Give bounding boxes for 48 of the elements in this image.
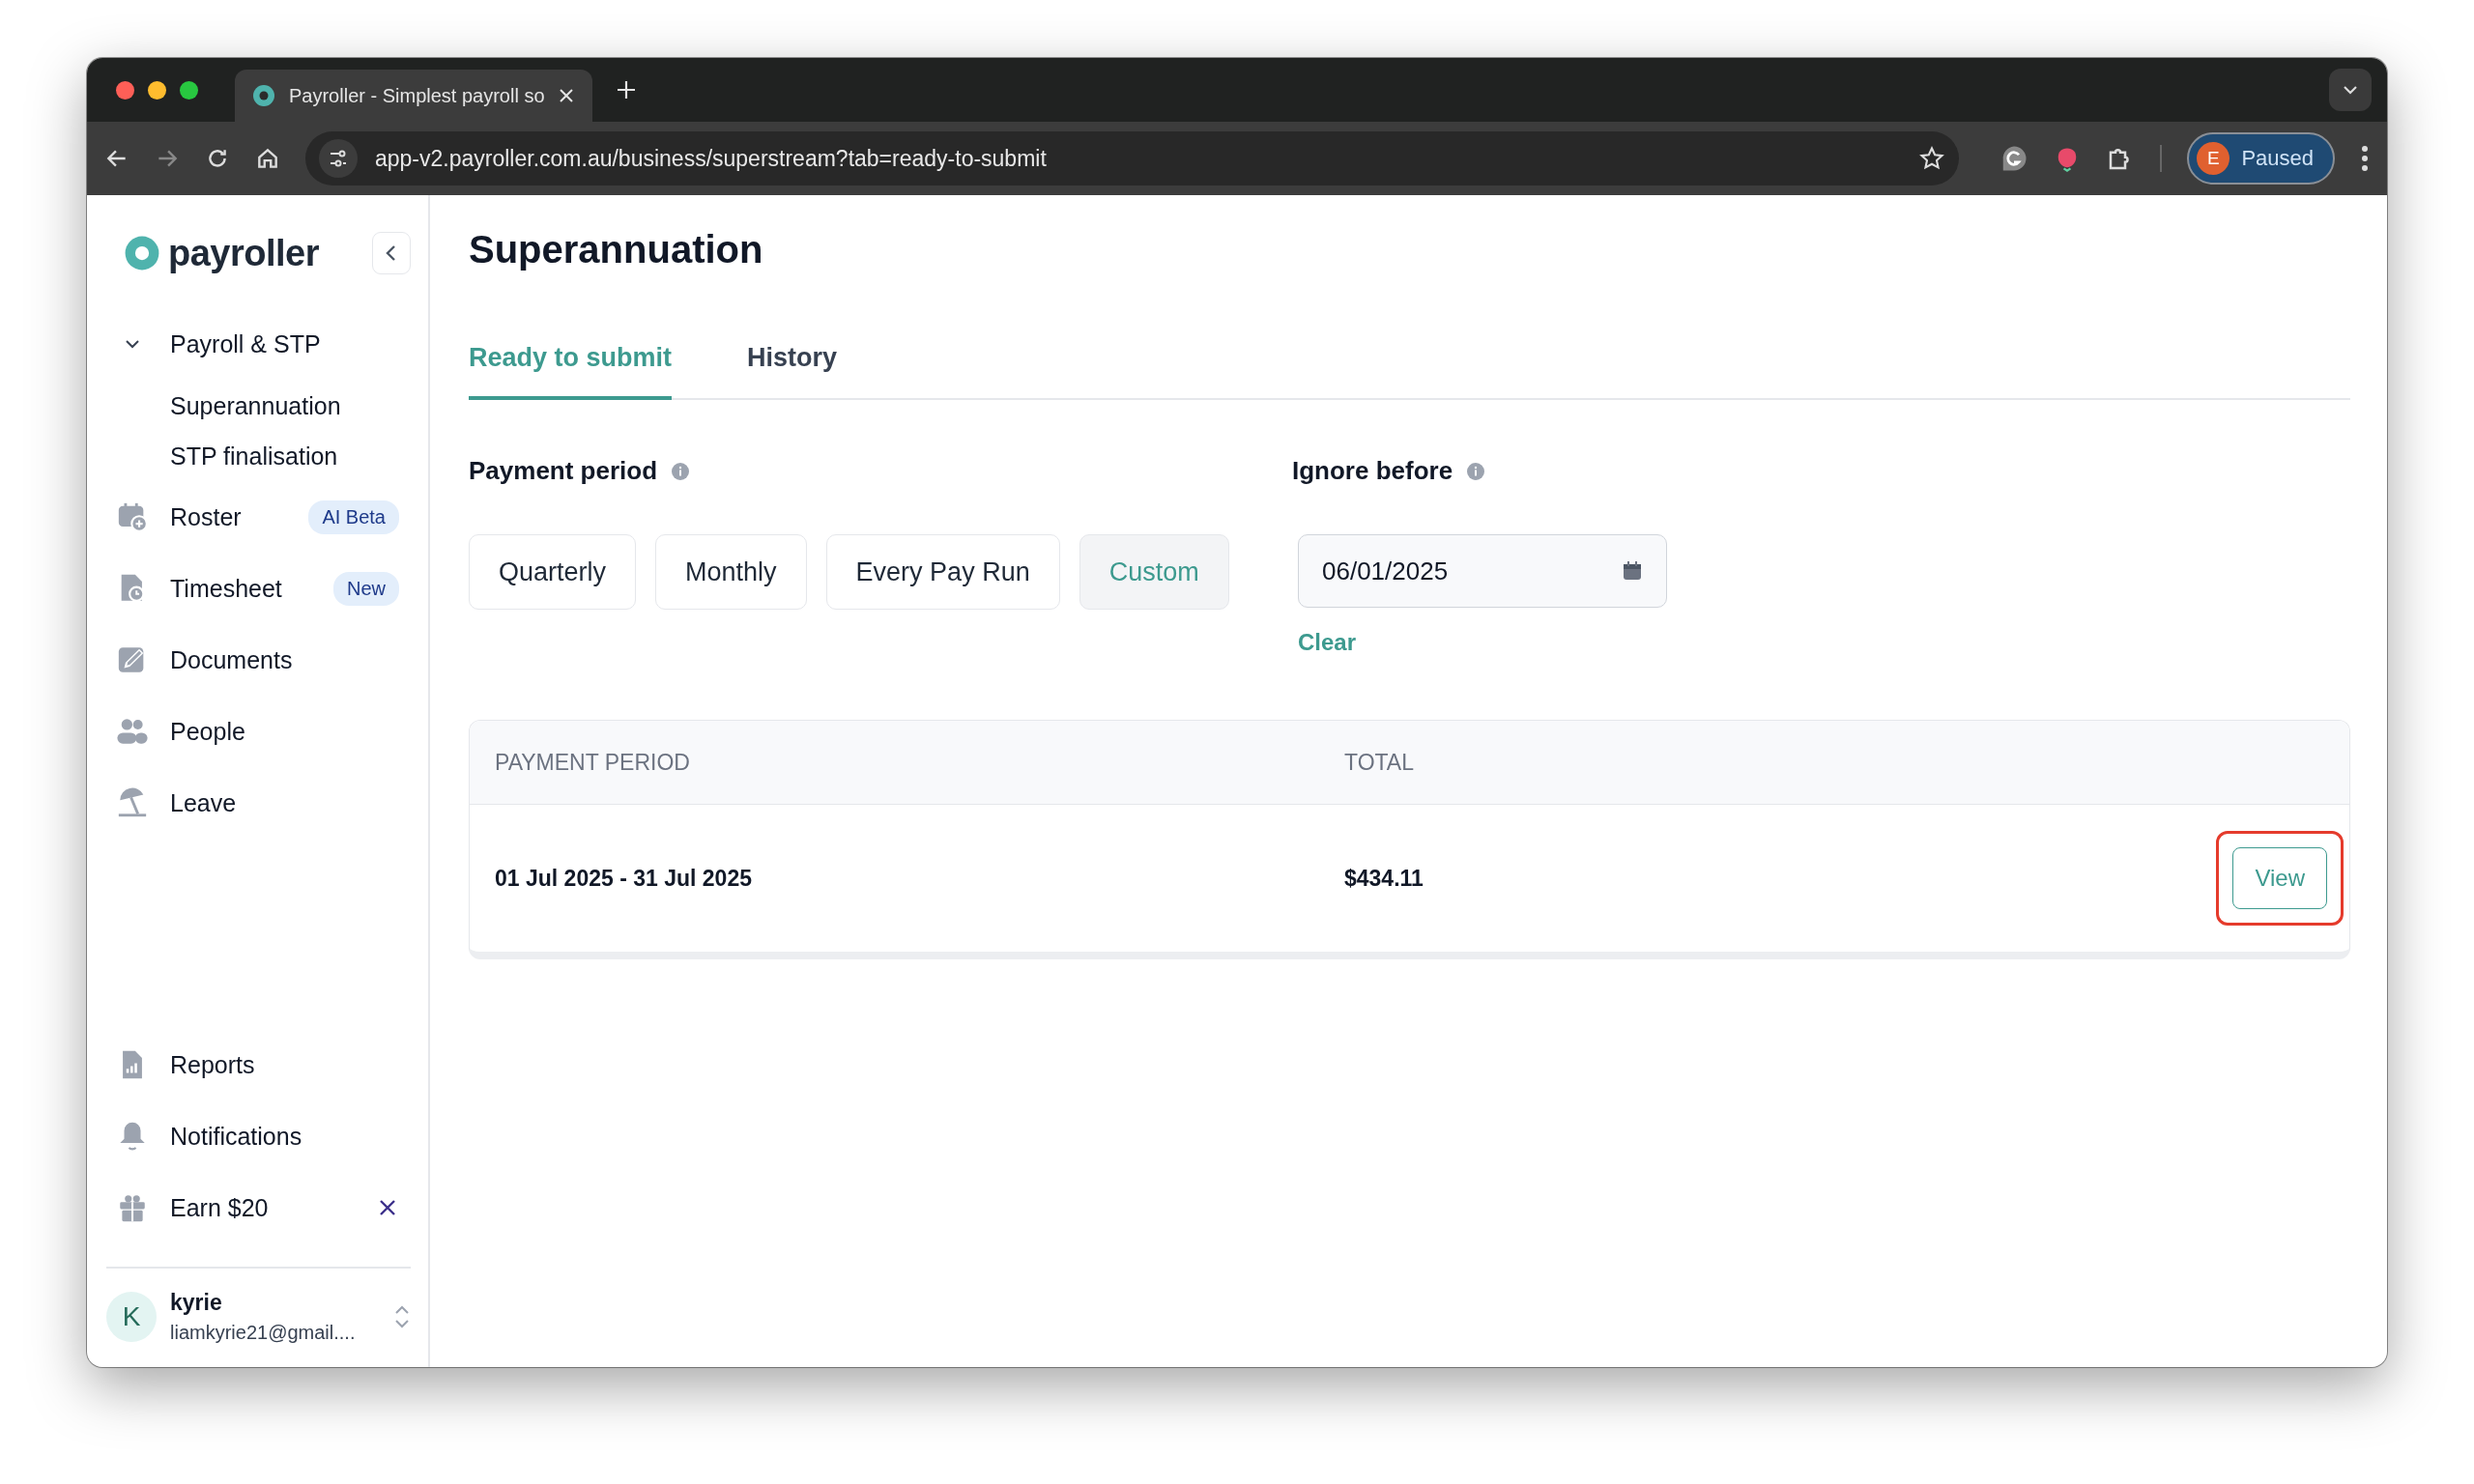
period-option[interactable]: Monthly xyxy=(655,534,807,610)
nav-item[interactable]: Roster AI Beta xyxy=(106,481,411,553)
collapse-sidebar-button[interactable] xyxy=(372,232,411,274)
nav-badge: New xyxy=(333,571,399,606)
column-header: PAYMENT PERIOD xyxy=(494,749,691,776)
close-window-button[interactable] xyxy=(116,80,134,100)
site-settings-icon[interactable] xyxy=(328,148,349,169)
user-avatar[interactable]: K xyxy=(106,1292,157,1342)
logo-icon xyxy=(124,235,160,271)
nav-item[interactable]: People xyxy=(106,696,411,767)
nav-item[interactable]: Documents xyxy=(106,624,411,696)
new-tab-icon[interactable] xyxy=(616,79,637,100)
minimize-window-button[interactable] xyxy=(148,80,166,100)
table-cell-text: 01 Jul 2025 - 31 Jul 2025 xyxy=(494,865,753,892)
tab[interactable]: History xyxy=(747,339,838,400)
field-label: Payment period xyxy=(469,456,658,486)
nav-subitem[interactable]: Superannuation xyxy=(106,381,411,431)
more-icon[interactable] xyxy=(2360,144,2370,173)
site-logo-icon xyxy=(252,84,275,107)
page-title: Superannuation xyxy=(469,228,764,271)
nav-item[interactable]: Timesheet New xyxy=(106,553,411,624)
nav-item[interactable]: Reports xyxy=(106,1029,411,1100)
browser-tab[interactable]: Payroller - Simplest payroll so xyxy=(235,70,592,122)
nav-item[interactable]: Leave xyxy=(106,767,411,839)
user-email: liamkyrie21@gmail.... xyxy=(170,1322,357,1344)
column-header: TOTAL xyxy=(1344,749,1415,776)
nav-group[interactable]: Payroll & STP xyxy=(106,315,411,373)
period-option[interactable]: Every Pay Run xyxy=(825,534,1060,610)
nav-item[interactable]: Earn $20 xyxy=(106,1172,411,1243)
table-cell-text: $434.11 xyxy=(1344,865,1424,892)
field-label: Ignore before xyxy=(1292,456,1453,486)
beach-umbrella-icon xyxy=(116,786,149,819)
calendar-icon[interactable] xyxy=(1622,560,1643,582)
date-field[interactable]: 06/01/2025 xyxy=(1298,534,1667,608)
star-icon[interactable] xyxy=(1918,145,1946,172)
period-option[interactable]: Quarterly xyxy=(469,534,637,610)
nav-item[interactable]: Notifications xyxy=(106,1100,411,1172)
logo-text: payroller xyxy=(168,232,320,274)
maximize-window-button[interactable] xyxy=(180,80,198,100)
close-icon[interactable] xyxy=(558,87,575,104)
home-icon[interactable] xyxy=(255,146,280,171)
nav-subitem[interactable]: STP finalisation xyxy=(106,431,411,481)
address-bar[interactable]: app-v2.payroller.com.au/business/superstream?tab=ready-to-submit xyxy=(305,131,1960,186)
dismiss-icon[interactable] xyxy=(378,1198,397,1217)
profile-button[interactable]: E Paused xyxy=(2187,132,2335,185)
user-name: kyrie xyxy=(170,1290,223,1316)
nav-badge: AI Beta xyxy=(308,499,399,534)
calendar-plus-icon xyxy=(116,500,149,533)
